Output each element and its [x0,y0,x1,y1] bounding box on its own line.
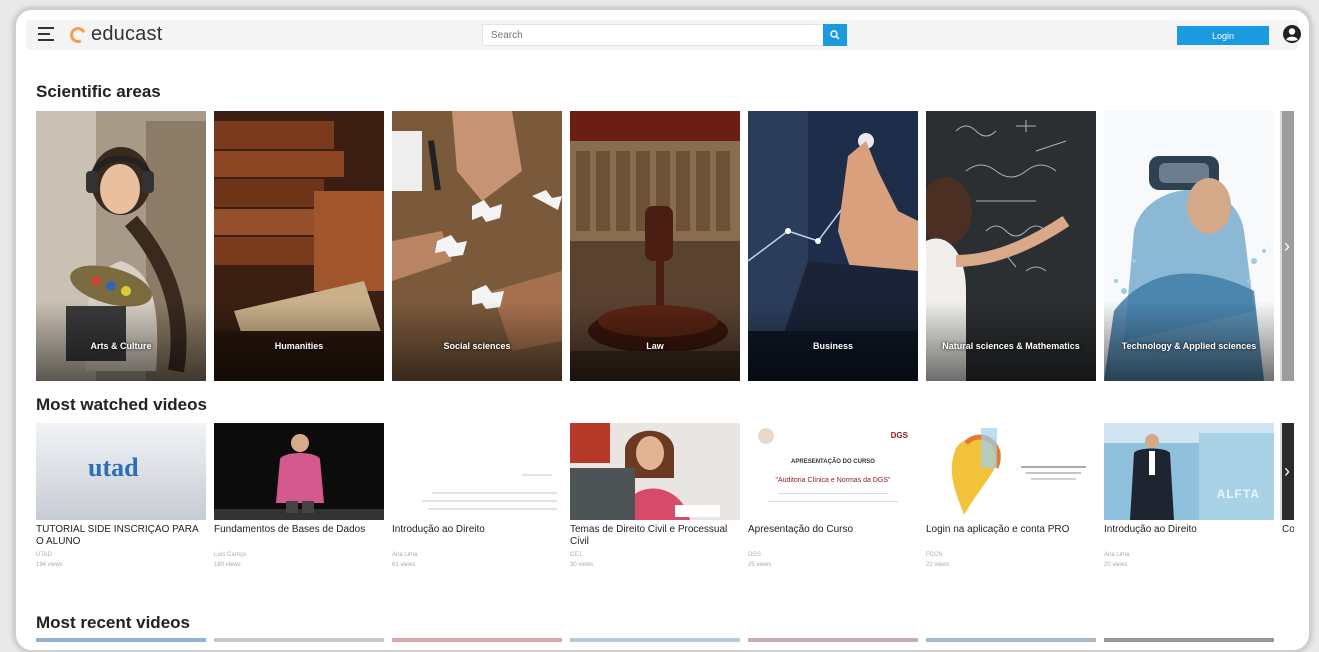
menu-icon[interactable] [38,27,54,41]
video-card[interactable]: ALFTA Introdução ao Direito Ana Lima 20 … [1104,423,1274,570]
video-author: UTAD [36,552,52,558]
video-author: Ana Lima [1104,552,1130,558]
area-label: Technology & Applied sciences [1121,341,1257,351]
scientific-areas-heading: Scientific areas [36,82,161,101]
video-views: 180 views [214,562,241,568]
thumbnail-watermark: ALFTA [1216,487,1260,501]
area-card-natural-sciences[interactable]: Natural sciences & Mathematics [926,111,1096,381]
video-title: Introdução ao Direito [1104,524,1197,535]
search-input[interactable] [482,24,824,46]
video-card[interactable]: DGS APRESENTAÇÃO DO CURSO "Auditoria Clí… [748,423,918,570]
area-label: Business [812,341,854,351]
area-label: Natural sciences & Mathematics [942,341,1080,351]
area-card-technology[interactable]: Technology & Applied sciences [1104,111,1274,381]
video-title: Login na aplicação e conta PRO [926,524,1070,535]
area-card-business[interactable]: Business [748,111,918,381]
area-label: Law [646,341,664,351]
video-title: Coc [1282,524,1294,535]
video-author: Luís Carriço [214,552,247,558]
video-title: Introdução ao Direito [392,524,485,535]
presenter-avatar-icon [758,428,774,444]
thumbnail-subheading: "Auditoria Clínica e Normas da DGS" [775,477,891,484]
video-card[interactable]: Fundamentos de Bases de Dados Luís Carri… [214,423,384,570]
video-title: TUTORIAL SIDE INSCRIÇÃO PARA O ALUNO [36,524,199,547]
logo[interactable]: educast [67,23,163,46]
area-label: Arts & Culture [90,341,152,351]
video-author: FCCN [926,552,943,558]
search-icon [830,30,840,40]
video-thumbnail [926,423,1096,520]
video-author: CEJ [570,552,582,558]
search-button[interactable] [823,24,847,46]
thumbnail-brand: DGS [890,431,908,440]
video-card[interactable]: utad TUTORIAL SIDE INSCRIÇÃO PARA O ALUN… [36,423,206,570]
video-author: DGS [748,552,762,558]
carousel-next-arrow-icon[interactable]: › [1280,111,1294,381]
video-views: 22 views [926,562,950,568]
video-thumbnail [214,423,384,520]
area-card-arts-culture[interactable]: Arts & Culture [36,111,206,381]
video-thumbnail [392,423,562,520]
video-thumbnail: ALFTA [1104,423,1274,520]
video-views: 30 views [570,562,594,568]
thumbnail-logo-text: utad [88,453,139,482]
thumbnail-heading: APRESENTAÇÃO DO CURSO [791,459,875,465]
most-watched-heading: Most watched videos [36,395,207,414]
browser-frame: educast Login Scientific areas [14,8,1311,652]
most-recent-carousel-partial [36,638,1291,642]
logo-text: educast [91,23,163,45]
most-recent-heading: Most recent videos [36,613,190,632]
video-views: 61 views [392,562,416,568]
video-thumbnail [570,423,740,520]
area-card-humanities[interactable]: Humanities [214,111,384,381]
video-title: Apresentação do Curso [748,524,854,535]
area-label: Social sciences [443,341,511,351]
video-title: Temas de Direito Civil e Processual Civi… [570,524,728,547]
login-button[interactable]: Login [1177,26,1269,45]
area-card-law[interactable]: Law [570,111,740,381]
video-card[interactable]: Login na aplicação e conta PRO FCCN 22 v… [926,423,1096,570]
video-title: Fundamentos de Bases de Dados [214,524,366,535]
logo-icon [67,24,89,45]
video-views: 25 views [748,562,772,568]
video-thumbnail: DGS APRESENTAÇÃO DO CURSO "Auditoria Clí… [748,423,918,520]
video-thumbnail: utad [36,423,206,520]
video-views: 194 views [36,562,63,568]
video-views: 20 views [1104,562,1128,568]
video-card[interactable]: Introdução ao Direito Ana Lima 61 views [392,423,562,570]
video-card[interactable]: Temas de Direito Civil e Processual Civi… [570,423,740,570]
user-account-icon[interactable] [1282,24,1302,44]
carousel-next-arrow-icon[interactable]: › [1280,423,1294,520]
area-label: Humanities [274,341,324,351]
top-navigation-bar: educast Login [26,20,1301,50]
video-author: Ana Lima [392,552,418,558]
area-card-social-sciences[interactable]: Social sciences [392,111,562,381]
